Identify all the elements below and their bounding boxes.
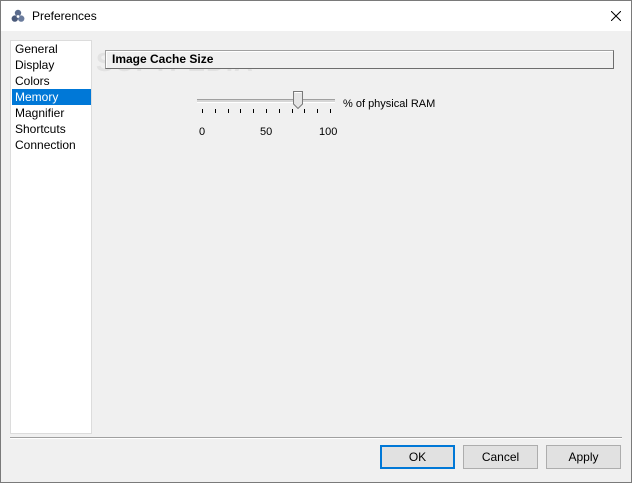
slider-tick xyxy=(240,109,242,113)
preferences-window: Preferences General Display Colors Memor… xyxy=(0,0,632,483)
slider-tick xyxy=(227,109,229,113)
apply-button[interactable]: Apply xyxy=(546,445,621,469)
slider-tick xyxy=(278,109,280,113)
slider-tick xyxy=(202,109,203,113)
slider-tick xyxy=(253,109,255,113)
nav-item-shortcuts[interactable]: Shortcuts xyxy=(12,121,91,137)
app-icon xyxy=(11,9,25,22)
window-title: Preferences xyxy=(32,9,97,23)
cancel-button[interactable]: Cancel xyxy=(463,445,538,469)
slider-unit-label: % of physical RAM xyxy=(343,98,436,110)
slider-tick xyxy=(317,109,319,113)
nav-item-display[interactable]: Display xyxy=(12,57,91,73)
nav-item-magnifier[interactable]: Magnifier xyxy=(12,105,91,121)
slider-tick xyxy=(291,109,293,113)
tick-label-mid: 50 xyxy=(260,126,273,138)
slider-track[interactable] xyxy=(197,99,335,103)
slider-ticks xyxy=(197,109,337,117)
slider-tick xyxy=(330,109,331,113)
nav-item-general[interactable]: General xyxy=(12,41,91,57)
tick-label-max: 100 xyxy=(319,126,338,138)
footer-separator xyxy=(10,437,622,439)
ok-button[interactable]: OK xyxy=(380,445,455,469)
title-bar[interactable]: Preferences xyxy=(1,1,631,31)
close-button[interactable] xyxy=(601,1,631,31)
section-header: Image Cache Size xyxy=(105,50,614,69)
category-list[interactable]: General Display Colors Memory Magnifier … xyxy=(10,40,92,434)
slider-tick xyxy=(266,109,267,113)
tick-label-min: 0 xyxy=(199,126,206,138)
nav-item-colors[interactable]: Colors xyxy=(12,73,91,89)
close-icon xyxy=(611,11,621,21)
nav-item-memory[interactable]: Memory xyxy=(12,89,91,105)
slider-tick xyxy=(304,109,306,113)
nav-item-connection[interactable]: Connection xyxy=(12,137,91,153)
slider-thumb[interactable] xyxy=(293,91,303,109)
slider-tick xyxy=(214,109,216,113)
section-title: Image Cache Size xyxy=(112,52,214,66)
